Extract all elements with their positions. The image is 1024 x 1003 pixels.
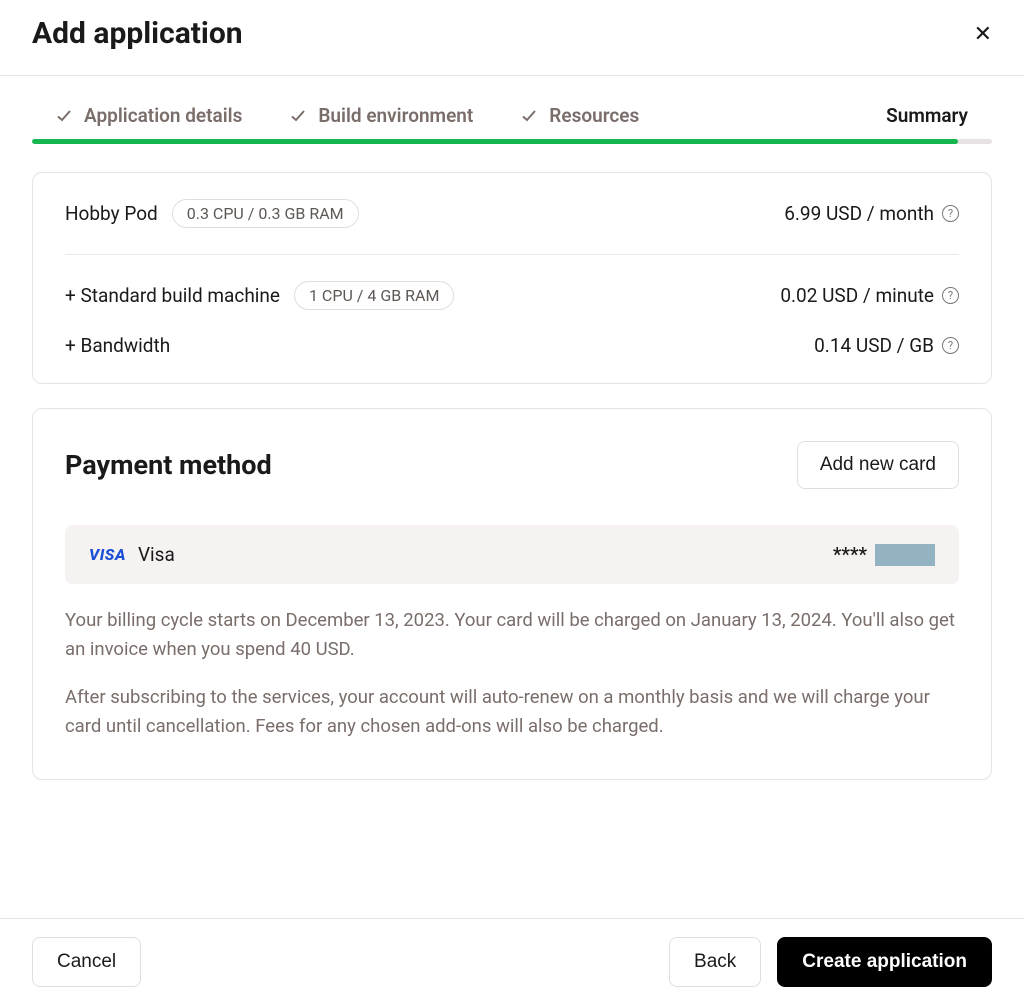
check-icon bbox=[56, 108, 72, 124]
item-spec-pill: 0.3 CPU / 0.3 GB RAM bbox=[172, 199, 359, 228]
card-last4-redacted bbox=[875, 544, 935, 566]
renewal-note: After subscribing to the services, your … bbox=[65, 683, 959, 740]
item-name: Hobby Pod bbox=[65, 202, 158, 225]
pricing-summary-card: Hobby Pod 0.3 CPU / 0.3 GB RAM 6.99 USD … bbox=[32, 172, 992, 384]
close-button[interactable]: ✕ bbox=[974, 23, 992, 45]
step-build-environment[interactable]: Build environment bbox=[290, 104, 473, 127]
modal-footer: Cancel Back Create application bbox=[0, 918, 1024, 1003]
info-icon[interactable] bbox=[942, 337, 959, 354]
step-summary[interactable]: Summary bbox=[886, 104, 968, 127]
summary-content: Hobby Pod 0.3 CPU / 0.3 GB RAM 6.99 USD … bbox=[0, 144, 1024, 780]
step-label: Application details bbox=[84, 104, 242, 127]
step-application-details[interactable]: Application details bbox=[56, 104, 242, 127]
info-icon[interactable] bbox=[942, 287, 959, 304]
billing-note: Your billing cycle starts on December 13… bbox=[65, 606, 959, 663]
cancel-button[interactable]: Cancel bbox=[32, 937, 141, 987]
item-spec-pill: 1 CPU / 4 GB RAM bbox=[294, 281, 454, 310]
check-icon bbox=[290, 108, 306, 124]
stepper: Application details Build environment Re… bbox=[0, 76, 1024, 144]
create-application-button[interactable]: Create application bbox=[777, 937, 992, 987]
item-price: 6.99 USD / month bbox=[784, 202, 934, 225]
line-item: Hobby Pod 0.3 CPU / 0.3 GB RAM 6.99 USD … bbox=[65, 173, 959, 254]
card-brand: Visa bbox=[138, 543, 175, 566]
item-price: 0.14 USD / GB bbox=[814, 334, 934, 357]
line-item: + Bandwidth 0.14 USD / GB bbox=[65, 322, 959, 383]
item-name: + Bandwidth bbox=[65, 334, 170, 357]
step-label: Summary bbox=[886, 104, 968, 127]
item-name: + Standard build machine bbox=[65, 284, 280, 307]
step-label: Build environment bbox=[318, 104, 473, 127]
payment-heading: Payment method bbox=[65, 449, 272, 481]
line-item: + Standard build machine 1 CPU / 4 GB RA… bbox=[65, 255, 959, 322]
back-button[interactable]: Back bbox=[669, 937, 761, 987]
add-card-button[interactable]: Add new card bbox=[797, 441, 959, 489]
check-icon bbox=[521, 108, 537, 124]
payment-method-card: Payment method Add new card VISA Visa **… bbox=[32, 408, 992, 780]
info-icon[interactable] bbox=[942, 205, 959, 222]
page-title: Add application bbox=[32, 16, 243, 51]
visa-logo-icon: VISA bbox=[89, 545, 126, 564]
close-icon: ✕ bbox=[974, 21, 992, 46]
modal-header: Add application ✕ bbox=[0, 0, 1024, 76]
step-resources[interactable]: Resources bbox=[521, 104, 639, 127]
saved-card[interactable]: VISA Visa **** bbox=[65, 525, 959, 584]
card-mask: **** bbox=[833, 543, 867, 566]
step-label: Resources bbox=[549, 104, 639, 127]
item-price: 0.02 USD / minute bbox=[780, 284, 934, 307]
